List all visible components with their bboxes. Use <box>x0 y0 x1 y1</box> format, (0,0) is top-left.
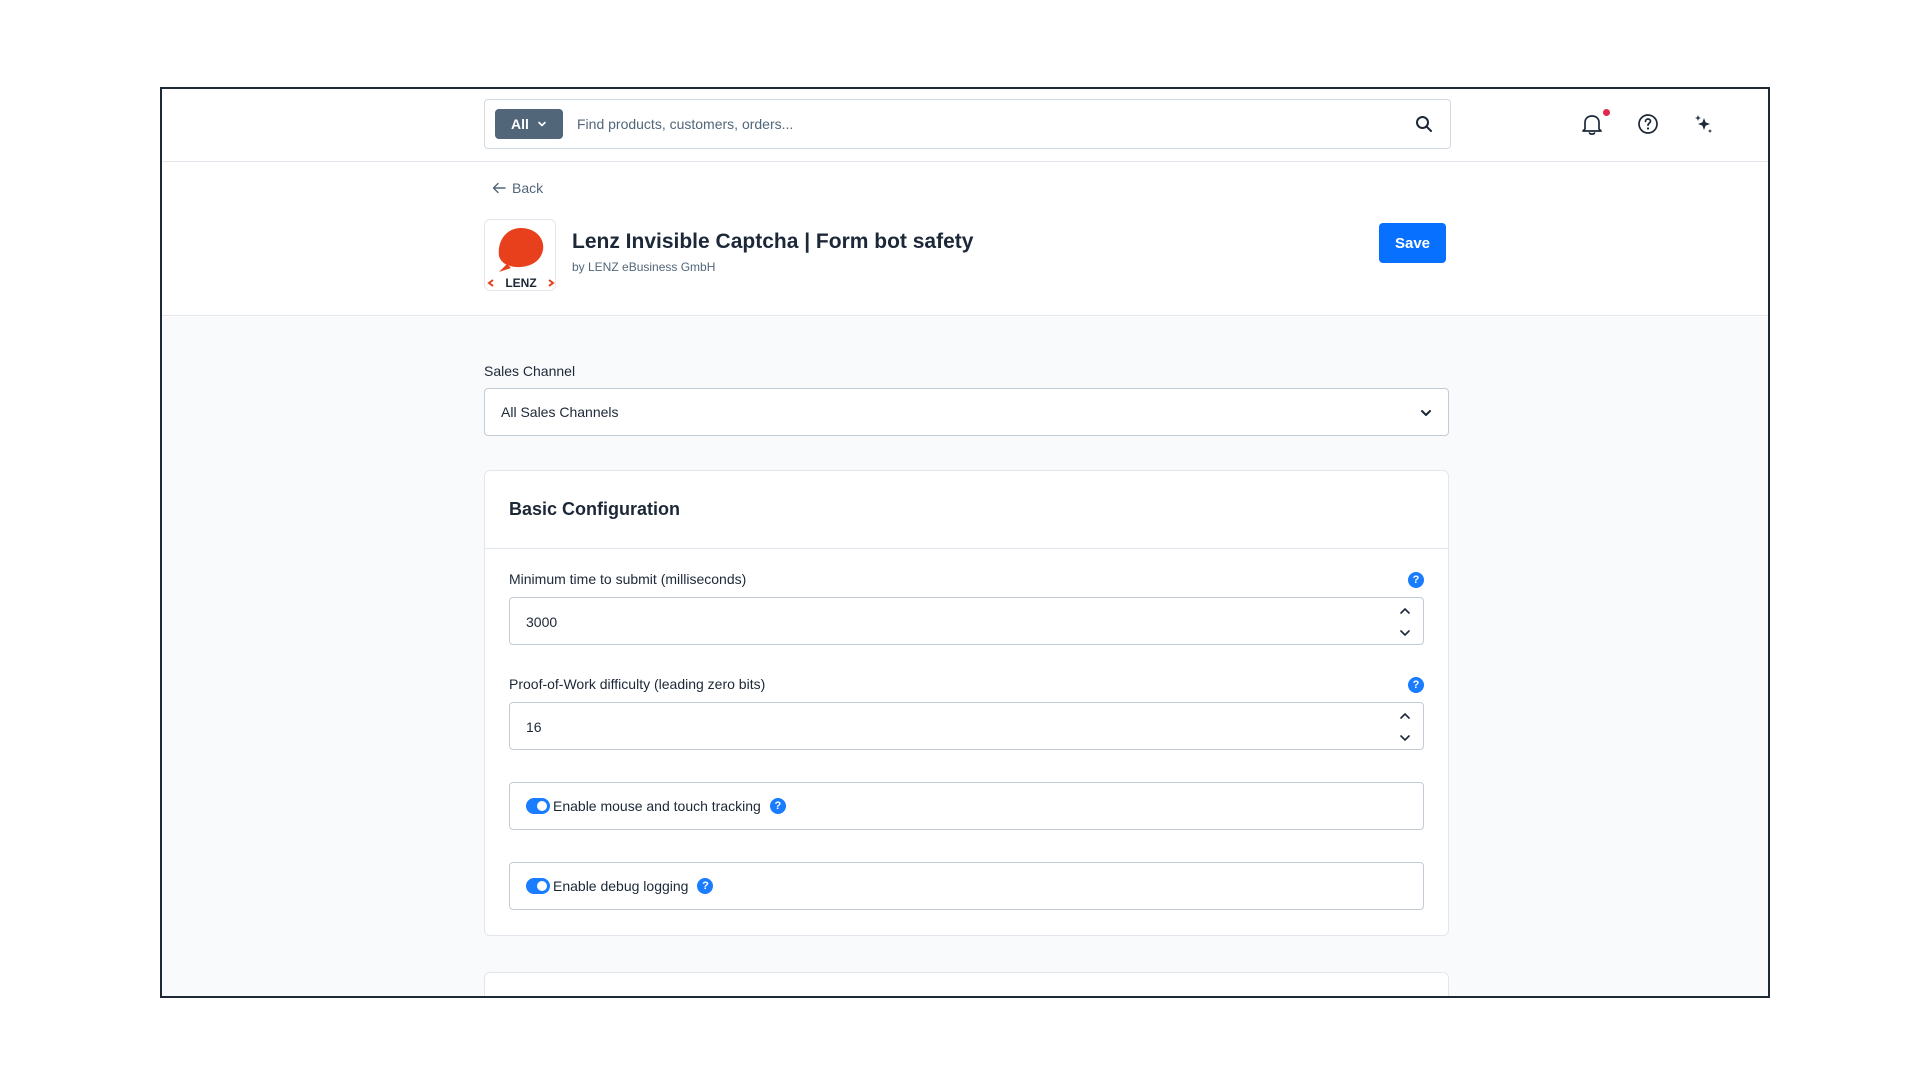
lenz-logo-icon: LENZ <box>487 228 555 290</box>
chevron-down-icon[interactable] <box>1397 731 1413 745</box>
mouse-tracking-toggle[interactable] <box>526 798 550 814</box>
main-content: Sales Channel All Sales Channels Basic C… <box>162 317 1768 996</box>
search-input[interactable] <box>577 108 1377 140</box>
bell-icon[interactable] <box>1579 111 1605 137</box>
chevron-up-icon[interactable] <box>1397 604 1413 618</box>
pow-difficulty-label: Proof-of-Work difficulty (leading zero b… <box>509 676 766 692</box>
debug-logging-setting: Enable debug logging ? <box>509 862 1424 910</box>
sales-channel-select[interactable]: All Sales Channels <box>484 388 1449 436</box>
pow-difficulty-help-icon[interactable]: ? <box>1408 677 1424 693</box>
app-author: by LENZ eBusiness GmbH <box>572 260 716 274</box>
app-window: All Back <box>160 87 1770 998</box>
min-time-stepper <box>1397 604 1413 640</box>
min-time-label: Minimum time to submit (milliseconds) <box>509 571 747 587</box>
card-title: Basic Configuration <box>485 471 1448 549</box>
chevron-down-icon <box>1421 410 1431 416</box>
basic-configuration-card: Basic Configuration Minimum time to subm… <box>484 470 1449 936</box>
search-scope-label: All <box>511 116 529 132</box>
notification-badge <box>1603 109 1610 116</box>
page-header: Back LENZ Lenz Invisible Captcha | Form … <box>162 162 1768 316</box>
next-configuration-card <box>484 972 1449 996</box>
search-icon[interactable] <box>1414 114 1434 134</box>
mouse-tracking-label: Enable mouse and touch tracking <box>553 798 761 814</box>
debug-logging-help-icon[interactable]: ? <box>697 878 714 894</box>
chevron-down-icon[interactable] <box>1397 626 1413 640</box>
pow-difficulty-field <box>509 702 1424 750</box>
pow-difficulty-input[interactable] <box>526 715 1346 739</box>
mouse-tracking-setting: Enable mouse and touch tracking ? <box>509 782 1424 830</box>
min-time-input[interactable] <box>526 610 1346 634</box>
app-logo: LENZ <box>484 219 556 291</box>
global-search: All <box>484 99 1451 149</box>
chevron-down-icon <box>538 121 546 127</box>
debug-logging-toggle[interactable] <box>526 878 550 894</box>
save-button[interactable]: Save <box>1379 223 1446 263</box>
back-label: Back <box>512 180 544 196</box>
page-title: Lenz Invisible Captcha | Form bot safety <box>572 230 974 253</box>
arrow-left-icon <box>492 182 506 194</box>
sales-channel-label: Sales Channel <box>484 363 576 379</box>
min-time-field <box>509 597 1424 645</box>
search-scope-dropdown[interactable]: All <box>495 109 563 139</box>
back-link[interactable]: Back <box>492 180 543 196</box>
sparkle-icon[interactable] <box>1691 111 1717 137</box>
top-bar: All <box>162 89 1768 162</box>
chevron-up-icon[interactable] <box>1397 709 1413 723</box>
min-time-help-icon[interactable]: ? <box>1408 572 1424 588</box>
sales-channel-value: All Sales Channels <box>501 404 619 420</box>
logo-wordmark: LENZ <box>505 276 536 290</box>
pow-difficulty-stepper <box>1397 709 1413 745</box>
debug-logging-label: Enable debug logging <box>553 878 689 894</box>
mouse-tracking-help-icon[interactable]: ? <box>769 798 786 814</box>
help-icon[interactable] <box>1635 111 1661 137</box>
